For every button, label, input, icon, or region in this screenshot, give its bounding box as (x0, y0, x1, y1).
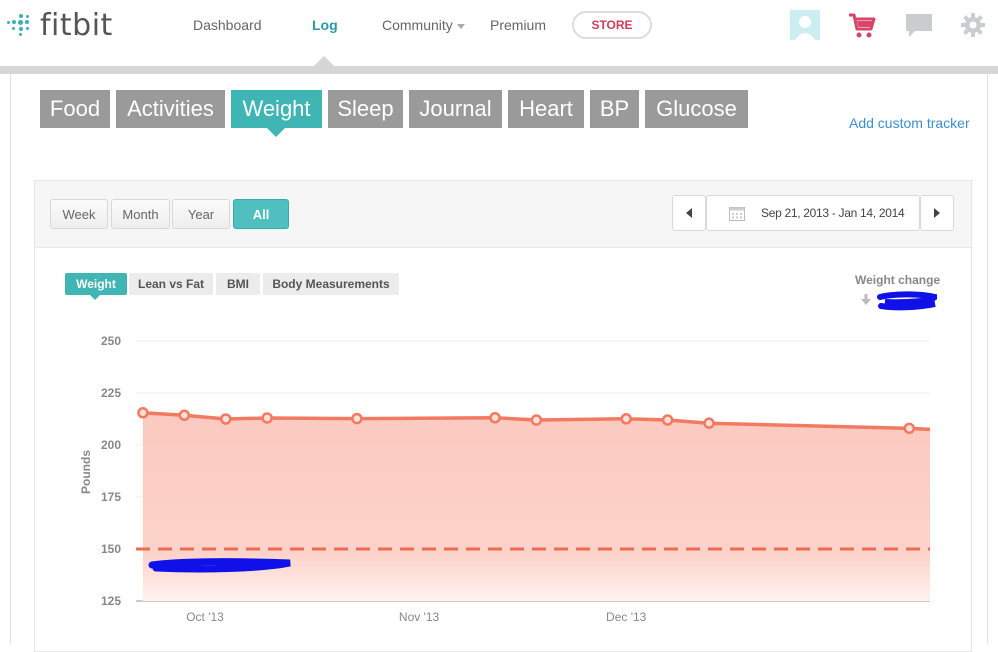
weight-data-point[interactable] (220, 413, 232, 425)
redacted-goal-label (148, 558, 291, 573)
y-tick-label: 150 (101, 542, 121, 556)
y-axis-label: Pounds (79, 450, 93, 494)
weight-data-point[interactable] (530, 414, 543, 426)
x-tick-label: Oct '13 (186, 610, 224, 624)
weight-data-point[interactable] (620, 413, 632, 425)
weight-data-point[interactable] (703, 417, 715, 429)
x-tick-label: Nov '13 (399, 610, 440, 624)
weight-data-point[interactable] (661, 414, 674, 426)
x-tick-label: Dec '13 (606, 610, 647, 624)
weight-area-fill (142, 412, 930, 601)
weight-data-point[interactable] (137, 407, 149, 419)
y-tick-label: 200 (101, 438, 121, 452)
y-tick-label: 125 (101, 594, 121, 608)
weight-data-point[interactable] (178, 409, 191, 422)
y-tick-label: 225 (101, 386, 121, 400)
weight-data-point[interactable] (351, 412, 363, 425)
weight-data-point[interactable] (903, 422, 916, 435)
weight-chart: 125 150 175 200 225 250 Oct '13 Nov '13 Dec '13… (79, 334, 931, 624)
y-tick-label: 250 (101, 334, 121, 348)
weight-data-point[interactable] (489, 412, 501, 424)
y-tick-label: 175 (101, 490, 121, 504)
weight-data-point[interactable] (261, 412, 273, 424)
